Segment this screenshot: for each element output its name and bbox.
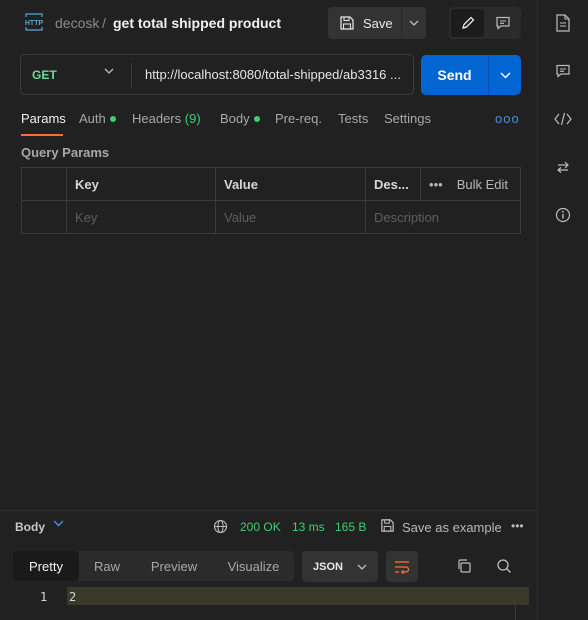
save-icon: [380, 518, 395, 533]
info-icon[interactable]: [551, 203, 575, 227]
tab-auth-label: Auth: [79, 111, 106, 126]
query-params-table: Key Value Des... ••• Bulk Edit Key Value…: [21, 167, 521, 234]
tab-body[interactable]: Body: [220, 111, 260, 126]
line-number: 1: [40, 590, 48, 604]
send-options-dropdown[interactable]: [488, 55, 521, 95]
status-code[interactable]: 200 OK: [240, 520, 281, 534]
request-panel: HTTP decosk / get total shipped product …: [0, 0, 537, 620]
active-tab-indicator: [21, 134, 63, 136]
chevron-down-icon[interactable]: [104, 68, 114, 74]
chevron-down-icon: [357, 564, 367, 570]
request-title[interactable]: get total shipped product: [113, 15, 281, 31]
tab-body-label: Body: [220, 111, 250, 126]
tab-headers-label: Headers: [132, 111, 182, 126]
http-request-icon: HTTP: [24, 13, 44, 31]
code-icon[interactable]: [551, 107, 575, 131]
column-header-key: Key: [67, 168, 216, 201]
save-options-dropdown[interactable]: [401, 7, 426, 39]
column-options-button[interactable]: •••: [429, 177, 443, 192]
request-tabs: Params Auth Headers (9) Body Pre-req. Te…: [21, 111, 521, 137]
response-size[interactable]: 165 B: [335, 520, 366, 534]
comment-mode-button[interactable]: [486, 9, 519, 37]
tab-prerequest[interactable]: Pre-req.: [275, 111, 322, 126]
response-view-tabs: Pretty Raw Preview Visualize: [13, 551, 294, 581]
tab-headers[interactable]: Headers (9): [132, 111, 201, 126]
tab-visualize[interactable]: Visualize: [213, 551, 294, 581]
send-button-group: Send: [421, 55, 521, 95]
response-more-button[interactable]: •••: [511, 519, 524, 533]
param-key-input[interactable]: Key: [67, 201, 216, 234]
breadcrumb-separator: /: [102, 15, 106, 31]
edit-mode-button[interactable]: [451, 9, 484, 37]
param-value-input[interactable]: Value: [216, 201, 366, 234]
save-label: Save: [363, 15, 393, 31]
save-button-group: Save: [328, 7, 426, 39]
wrap-lines-icon: [394, 560, 410, 574]
tab-auth[interactable]: Auth: [79, 111, 116, 126]
response-body-text[interactable]: 2: [69, 590, 76, 604]
save-icon: [339, 15, 355, 31]
copy-icon[interactable]: [456, 558, 472, 574]
tab-settings[interactable]: Settings: [384, 111, 431, 126]
chevron-down-icon: [409, 20, 419, 26]
column-header-description: Des...: [366, 168, 421, 201]
table-row: Key Value Description: [22, 201, 520, 234]
wrap-lines-button[interactable]: [386, 551, 418, 582]
svg-text:HTTP: HTTP: [25, 20, 44, 27]
comment-icon: [495, 15, 511, 31]
tab-pretty[interactable]: Pretty: [13, 551, 79, 581]
table-header-row: Key Value Des... ••• Bulk Edit: [22, 168, 520, 201]
bulk-edit-button[interactable]: Bulk Edit: [457, 177, 508, 192]
send-button[interactable]: Send: [421, 55, 488, 95]
response-body-label[interactable]: Body: [15, 520, 45, 534]
format-select[interactable]: JSON: [302, 551, 378, 582]
bulk-edit-area: ••• Bulk Edit: [429, 168, 508, 201]
search-icon[interactable]: [496, 558, 512, 574]
comment-icon[interactable]: [551, 59, 575, 83]
query-params-title: Query Params: [21, 145, 110, 160]
tab-raw[interactable]: Raw: [79, 551, 135, 581]
status-dot-icon: [109, 115, 116, 122]
url-divider: [131, 63, 132, 87]
response-time[interactable]: 13 ms: [292, 520, 325, 534]
right-sidebar: [537, 0, 588, 620]
arrows-icon[interactable]: [551, 155, 575, 179]
tab-params-label: Params: [21, 111, 66, 126]
document-icon[interactable]: [551, 11, 575, 35]
response-divider[interactable]: [0, 510, 537, 511]
checkbox-column-header: [22, 168, 67, 201]
pencil-icon: [460, 15, 476, 31]
param-description-input[interactable]: Description: [366, 201, 520, 234]
code-line-highlight: [67, 587, 529, 605]
status-dot-icon: [253, 115, 260, 122]
url-input[interactable]: http://localhost:8080/total-shipped/ab33…: [145, 67, 411, 82]
format-label: JSON: [313, 560, 343, 573]
tab-preview[interactable]: Preview: [135, 551, 213, 581]
row-checkbox[interactable]: [22, 201, 67, 234]
more-tabs-button[interactable]: ooo: [495, 111, 520, 126]
column-header-value: Value: [216, 168, 366, 201]
url-bar: GET http://localhost:8080/total-shipped/…: [20, 54, 414, 95]
chevron-down-icon[interactable]: [53, 520, 64, 527]
tab-tests[interactable]: Tests: [338, 111, 368, 126]
headers-count: (9): [184, 111, 201, 126]
globe-icon[interactable]: [213, 519, 228, 534]
view-mode-toggle: [449, 7, 521, 39]
breadcrumb-collection[interactable]: decosk: [55, 15, 99, 31]
tab-params[interactable]: Params: [21, 111, 66, 126]
save-button[interactable]: Save: [328, 7, 401, 39]
code-editor-scrollbar[interactable]: [515, 587, 516, 620]
method-select[interactable]: GET: [32, 68, 57, 82]
save-as-example-button[interactable]: Save as example: [402, 520, 502, 535]
request-header: HTTP decosk / get total shipped product …: [0, 0, 537, 46]
chevron-down-icon: [500, 72, 511, 79]
